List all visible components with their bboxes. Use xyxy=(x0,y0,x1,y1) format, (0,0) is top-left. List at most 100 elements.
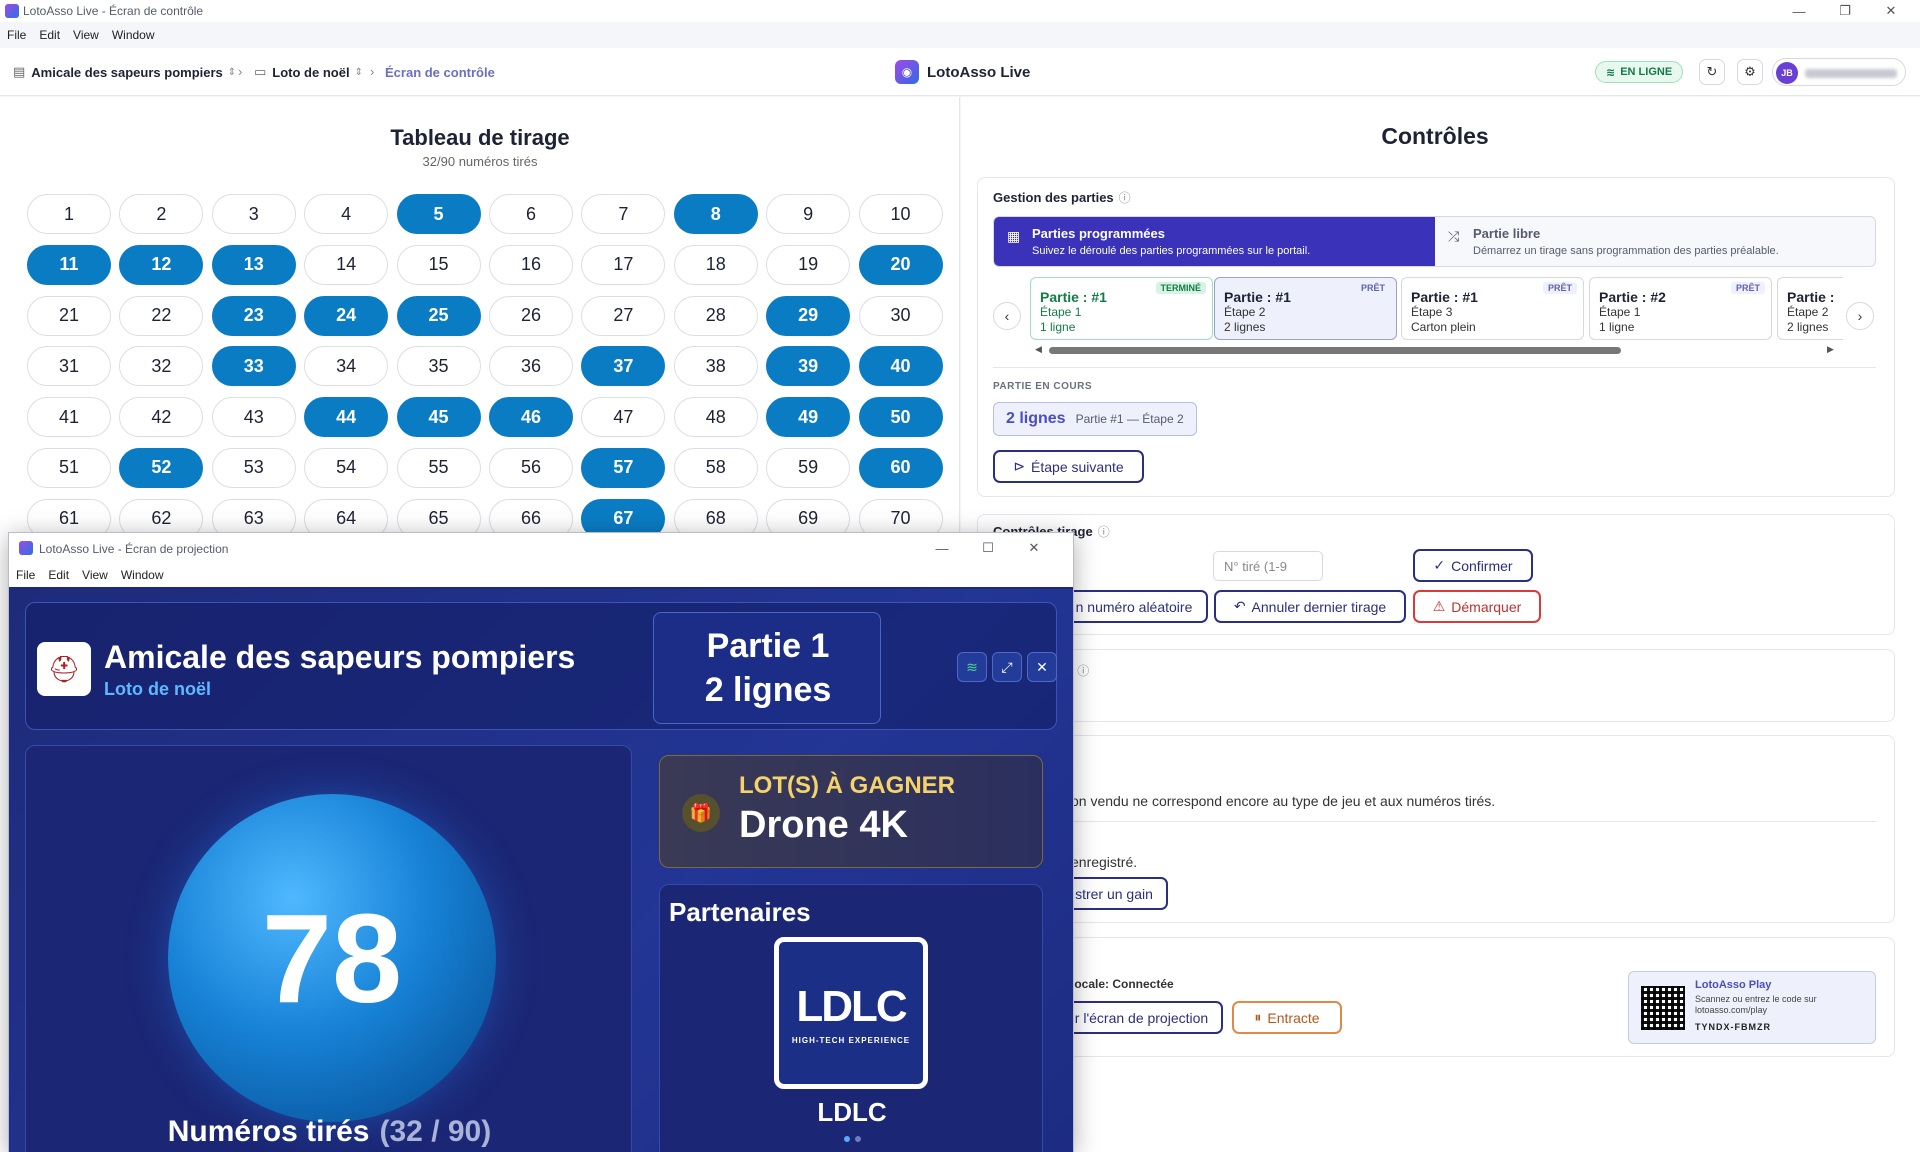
number-cell[interactable]: 39 xyxy=(766,346,851,387)
number-cell[interactable]: 58 xyxy=(673,447,758,488)
menu-file[interactable]: File xyxy=(9,563,41,587)
number-cell[interactable]: 49 xyxy=(766,397,851,438)
number-cell[interactable]: 52 xyxy=(119,447,204,488)
game-card[interactable]: Partie : #1 Étape 11 ligne TERMINÉ xyxy=(1030,277,1213,340)
number-cell[interactable]: 15 xyxy=(396,244,481,285)
number-cell[interactable]: 24 xyxy=(304,295,389,336)
menu-window[interactable]: Window xyxy=(114,563,170,587)
number-cell[interactable]: 45 xyxy=(396,397,481,438)
close-icon[interactable]: ✕ xyxy=(1868,0,1914,22)
number-cell[interactable]: 20 xyxy=(858,244,943,285)
user-menu[interactable]: JB xyxy=(1772,58,1906,86)
main-titlebar[interactable]: LotoAsso Live - Écran de contrôle — ❐ ✕ xyxy=(0,0,1920,22)
breadcrumb-event[interactable]: ▭ Loto de noël ⇕ xyxy=(254,48,363,96)
number-cell[interactable]: 16 xyxy=(488,244,573,285)
number-cell[interactable]: 56 xyxy=(488,447,573,488)
games-next-button[interactable]: › xyxy=(1846,302,1874,330)
number-cell[interactable]: 54 xyxy=(304,447,389,488)
maximize-icon[interactable]: ☐ xyxy=(965,537,1011,559)
number-cell[interactable]: 17 xyxy=(581,244,666,285)
number-cell[interactable]: 29 xyxy=(766,295,851,336)
number-cell[interactable]: 6 xyxy=(488,194,573,234)
menu-window[interactable]: Window xyxy=(105,24,161,46)
minimize-icon[interactable]: — xyxy=(919,537,965,559)
unmark-button[interactable]: ⚠ Démarquer xyxy=(1413,590,1541,623)
number-cell[interactable]: 14 xyxy=(304,244,389,285)
settings-button[interactable]: ⚙ xyxy=(1737,59,1763,85)
mode-free[interactable]: ⤮ Partie libre Démarrez un tirage sans p… xyxy=(1435,217,1875,266)
number-cell[interactable]: 33 xyxy=(211,346,296,387)
number-cell[interactable]: 55 xyxy=(396,447,481,488)
game-card[interactable]: Partie : #2 Étape 11 ligne PRÊT xyxy=(1589,277,1772,340)
number-cell[interactable]: 3 xyxy=(211,194,296,234)
menu-edit[interactable]: Edit xyxy=(41,563,75,587)
number-cell[interactable]: 60 xyxy=(858,447,943,488)
number-cell[interactable]: 13 xyxy=(211,244,296,285)
close-icon[interactable]: ✕ xyxy=(1011,537,1057,559)
number-cell[interactable]: 19 xyxy=(766,244,851,285)
number-cell[interactable]: 22 xyxy=(119,295,204,336)
close-projection-button[interactable]: ✕ xyxy=(1027,652,1057,682)
number-cell[interactable]: 11 xyxy=(27,244,111,285)
refresh-button[interactable]: ↻ xyxy=(1699,59,1725,85)
number-cell[interactable]: 51 xyxy=(27,447,111,488)
number-cell[interactable]: 57 xyxy=(581,447,666,488)
scroll-left-icon[interactable]: ◀ xyxy=(1035,344,1042,355)
games-prev-button[interactable]: ‹ xyxy=(993,302,1021,330)
minimize-icon[interactable]: — xyxy=(1776,0,1822,22)
scrollbar-thumb[interactable] xyxy=(1049,347,1621,354)
breadcrumb-org[interactable]: ▤ Amicale des sapeurs pompiers ⇕ xyxy=(13,48,236,96)
projection-titlebar[interactable]: LotoAsso Live - Écran de projection — ☐ … xyxy=(9,533,1073,563)
info-icon[interactable]: ⓘ xyxy=(1077,664,1089,678)
carousel-dot[interactable] xyxy=(855,1136,861,1142)
number-cell[interactable]: 37 xyxy=(581,346,666,387)
undo-draw-button[interactable]: ↶ Annuler dernier tirage xyxy=(1214,590,1406,623)
number-cell[interactable]: 40 xyxy=(858,346,943,387)
number-cell[interactable]: 12 xyxy=(119,244,204,285)
games-scrollbar[interactable]: ◀ ▶ xyxy=(1035,344,1835,355)
number-cell[interactable]: 53 xyxy=(211,447,296,488)
number-cell[interactable]: 38 xyxy=(673,346,758,387)
number-cell[interactable]: 32 xyxy=(119,346,204,387)
game-card[interactable]: Partie : #1 Étape 22 lignes PRÊT xyxy=(1214,277,1397,340)
maximize-icon[interactable]: ❐ xyxy=(1822,0,1868,22)
menu-view[interactable]: View xyxy=(75,563,114,587)
confirm-button[interactable]: ✓ Confirmer xyxy=(1413,549,1533,582)
number-cell[interactable]: 34 xyxy=(304,346,389,387)
open-projection-button[interactable]: r l'écran de projection xyxy=(1060,1001,1223,1034)
number-cell[interactable]: 2 xyxy=(119,194,204,234)
number-cell[interactable]: 25 xyxy=(396,295,481,336)
number-cell[interactable]: 27 xyxy=(581,295,666,336)
next-step-button[interactable]: ⊳ Étape suivante xyxy=(993,450,1144,483)
game-card[interactable]: Partie : #1 Étape 3 Carton plein PRÊT xyxy=(1401,277,1584,340)
number-cell[interactable]: 42 xyxy=(119,397,204,438)
game-card[interactable]: Partie : Étape 22 lignes xyxy=(1777,277,1843,340)
number-cell[interactable]: 8 xyxy=(673,194,758,234)
number-cell[interactable]: 18 xyxy=(673,244,758,285)
random-number-button[interactable]: n numéro aléatoire xyxy=(1060,590,1208,623)
number-cell[interactable]: 10 xyxy=(858,194,943,234)
number-cell[interactable]: 36 xyxy=(488,346,573,387)
intermission-button[interactable]: ⏸ Entracte xyxy=(1232,1001,1342,1034)
record-gain-button[interactable]: strer un gain xyxy=(1060,877,1168,910)
carousel-dot[interactable] xyxy=(844,1136,850,1142)
number-cell[interactable]: 21 xyxy=(27,295,111,336)
number-cell[interactable]: 9 xyxy=(766,194,851,234)
menu-view[interactable]: View xyxy=(66,24,105,46)
drawn-number-input[interactable]: N° tiré (1-9 xyxy=(1213,551,1323,581)
wifi-button[interactable]: ≋ xyxy=(957,652,987,682)
number-cell[interactable]: 59 xyxy=(766,447,851,488)
scroll-right-icon[interactable]: ▶ xyxy=(1827,344,1834,355)
menu-file[interactable]: File xyxy=(0,24,32,46)
number-cell[interactable]: 46 xyxy=(488,397,573,438)
number-cell[interactable]: 41 xyxy=(27,397,111,438)
number-cell[interactable]: 31 xyxy=(27,346,111,387)
number-cell[interactable]: 50 xyxy=(858,397,943,438)
info-icon[interactable]: ⓘ xyxy=(1098,525,1110,539)
number-cell[interactable]: 30 xyxy=(858,295,943,336)
mode-scheduled[interactable]: ▦ Parties programmées Suivez le déroulé … xyxy=(994,217,1435,266)
number-cell[interactable]: 35 xyxy=(396,346,481,387)
info-icon[interactable]: ⓘ xyxy=(1119,191,1131,205)
fullscreen-button[interactable]: ⤢ xyxy=(992,652,1022,682)
number-cell[interactable]: 44 xyxy=(304,397,389,438)
